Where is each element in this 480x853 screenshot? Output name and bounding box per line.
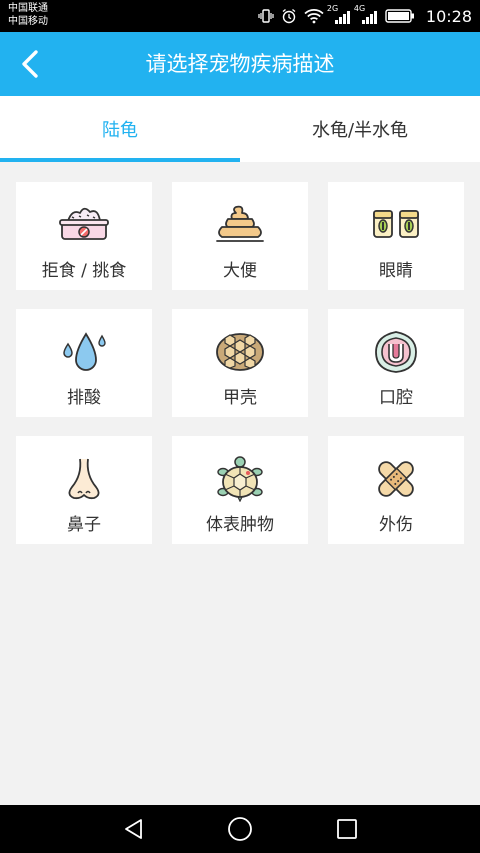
- symptom-card-eyes[interactable]: 眼睛: [328, 182, 464, 290]
- alarm-icon: [282, 8, 296, 24]
- nav-home-button[interactable]: [226, 815, 254, 843]
- symptom-card-stool[interactable]: 大便: [172, 182, 308, 290]
- symptom-label: 外伤: [379, 515, 413, 535]
- mouth-icon: [370, 329, 422, 375]
- carrier-info: 中国联通 中国移动: [8, 2, 48, 28]
- category-tabs: 陆龟 水龟/半水龟: [0, 96, 480, 162]
- symptom-label: 排酸: [67, 388, 101, 408]
- carrier-1: 中国联通: [8, 3, 48, 14]
- symptom-label: 体表肿物: [206, 515, 274, 535]
- status-bar: 中国联通 中国移动 2G 4G 10:28: [0, 0, 480, 32]
- nose-icon: [58, 456, 110, 502]
- page-title: 请选择宠物疾病描述: [145, 52, 335, 76]
- nav-recents-icon: [337, 819, 357, 839]
- signal-icon: [361, 11, 377, 24]
- symptom-label: 口腔: [379, 388, 413, 408]
- turtle-shell-icon: [214, 329, 266, 375]
- symptom-label: 甲壳: [223, 388, 257, 408]
- symptom-card-mouth[interactable]: 口腔: [328, 309, 464, 417]
- app-header: 请选择宠物疾病描述: [0, 32, 480, 96]
- signal-icon: [334, 11, 350, 24]
- signal-2g: 2G: [327, 4, 351, 25]
- nav-recents-button[interactable]: [333, 815, 361, 843]
- symptom-grid: 拒食 / 挑食 大便 眼睛 排酸 甲壳 口腔 鼻子 体表肿物 外伤: [16, 182, 464, 544]
- symptom-label: 大便: [223, 261, 257, 281]
- nav-back-button[interactable]: [120, 815, 148, 843]
- bandage-icon: [370, 456, 422, 502]
- symptom-label: 拒食 / 挑食: [41, 261, 127, 281]
- symptom-label: 鼻子: [67, 515, 101, 535]
- symptom-card-refuse-food[interactable]: 拒食 / 挑食: [16, 182, 152, 290]
- food-bowl-icon: [58, 202, 110, 248]
- eyes-icon: [370, 202, 422, 248]
- poop-icon: [214, 202, 266, 248]
- battery-icon: [385, 9, 414, 23]
- clock: 10:28: [425, 6, 472, 26]
- turtle-icon: [214, 456, 266, 502]
- back-arrow-icon: [22, 50, 38, 78]
- back-button[interactable]: [12, 46, 48, 82]
- system-nav-bar: [0, 805, 480, 853]
- symptom-card-body-lump[interactable]: 体表肿物: [172, 436, 308, 544]
- tab-water-turtle[interactable]: 水龟/半水龟: [240, 96, 480, 162]
- active-tab-indicator: [0, 158, 240, 162]
- signal-4g: 4G: [354, 4, 378, 25]
- carrier-2: 中国移动: [8, 16, 48, 27]
- tab-land-turtle[interactable]: 陆龟: [0, 96, 240, 162]
- symptom-card-nose[interactable]: 鼻子: [16, 436, 152, 544]
- symptom-card-acid[interactable]: 排酸: [16, 309, 152, 417]
- symptom-label: 眼睛: [379, 261, 413, 281]
- water-drops-icon: [58, 329, 110, 375]
- wifi-icon: [304, 9, 324, 24]
- vibrate-icon: [258, 9, 274, 23]
- nav-home-icon: [228, 817, 252, 841]
- nav-back-icon: [125, 819, 142, 839]
- status-icons: 2G 4G 10:28: [258, 0, 472, 32]
- symptom-card-injury[interactable]: 外伤: [328, 436, 464, 544]
- symptom-card-shell[interactable]: 甲壳: [172, 309, 308, 417]
